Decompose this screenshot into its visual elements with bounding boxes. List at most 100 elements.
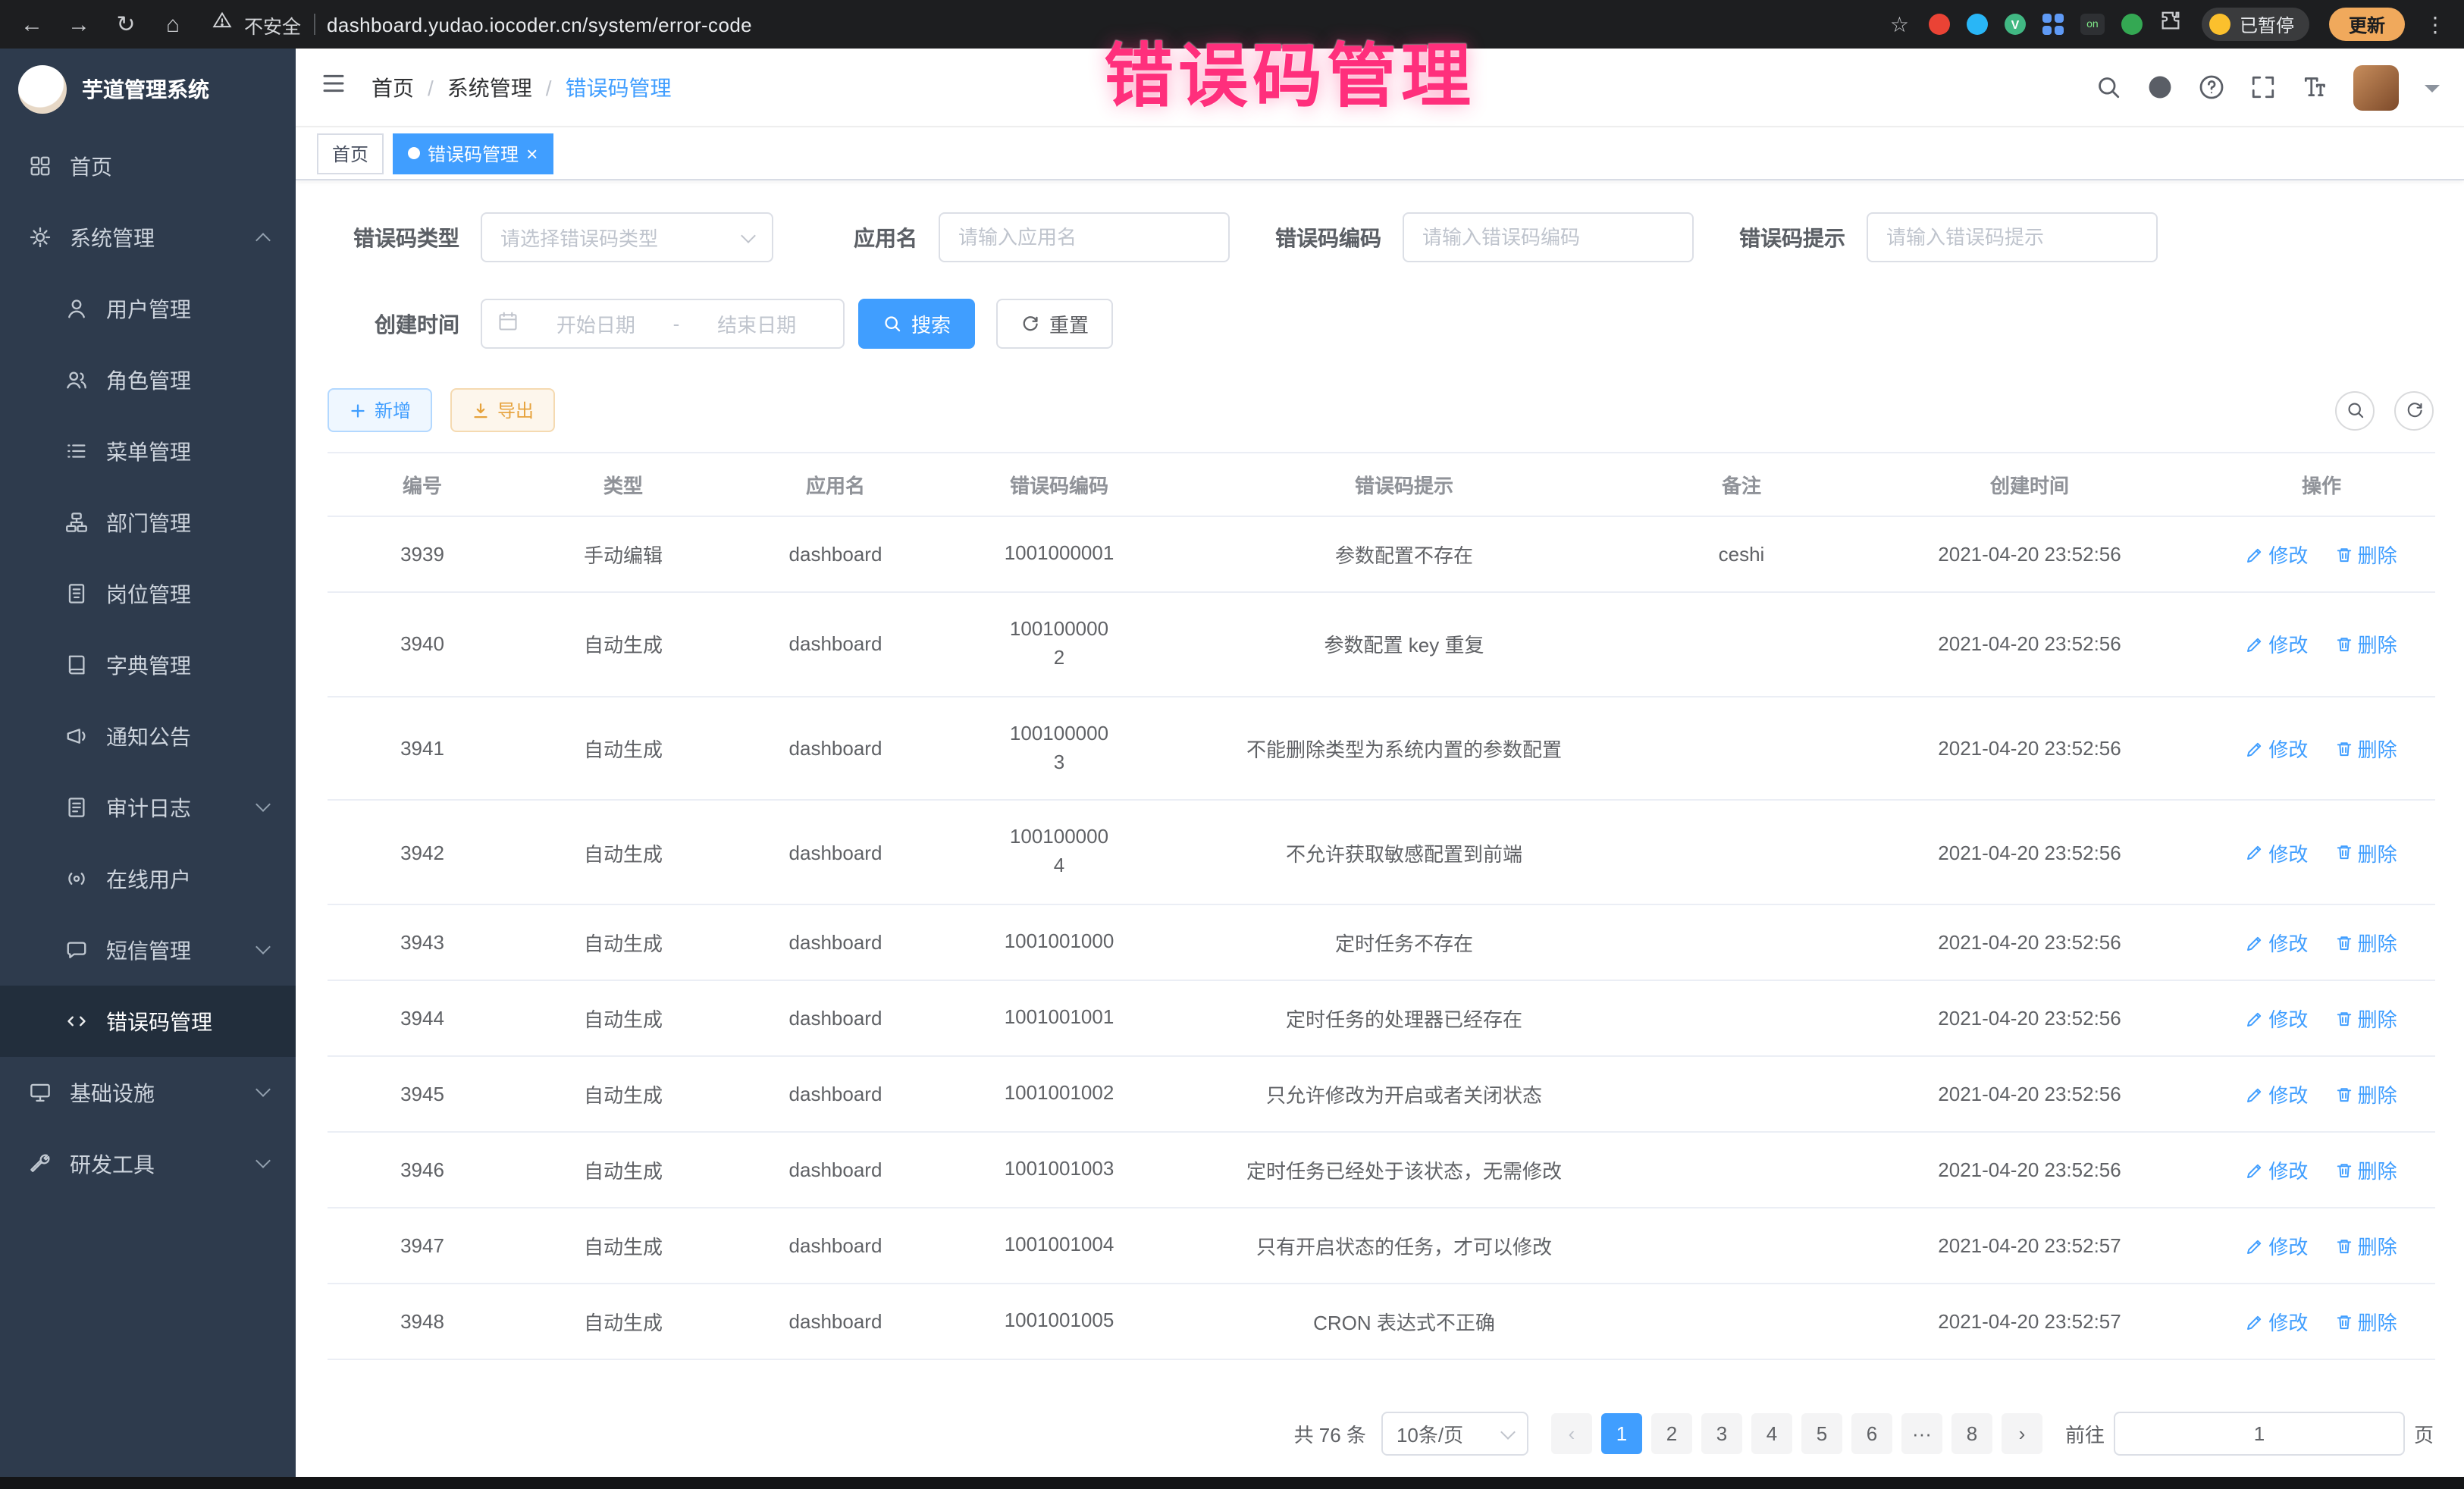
extensions-puzzle-icon[interactable] <box>2159 9 2182 39</box>
edit-link[interactable]: 修改 <box>2246 1231 2308 1260</box>
edit-link[interactable]: 修改 <box>2246 1155 2308 1184</box>
url-text[interactable]: dashboard.yudao.iocoder.cn/system/error-… <box>327 13 752 36</box>
refresh-button[interactable] <box>2394 390 2434 430</box>
table-row: 3942 自动生成 dashboard 100100000 4 不允许获取敏感配… <box>328 801 2435 904</box>
start-date-placeholder[interactable]: 开始日期 <box>525 309 667 338</box>
avatar[interactable] <box>2353 64 2399 110</box>
forward-icon[interactable]: → <box>65 11 92 37</box>
update-button[interactable]: 更新 <box>2329 8 2405 41</box>
sidebar-item-label: 在线用户 <box>106 864 191 894</box>
sidebar-item-audit-log[interactable]: 审计日志 <box>0 772 296 843</box>
delete-link[interactable]: 删除 <box>2335 1080 2397 1108</box>
sidebar-group-system[interactable]: 系统管理 <box>0 202 296 273</box>
page-button-3[interactable]: 3 <box>1701 1413 1742 1454</box>
paused-badge[interactable]: 已暂停 <box>2202 8 2309 41</box>
bookmark-star-icon[interactable]: ☆ <box>1890 11 1909 37</box>
edit-link[interactable]: 修改 <box>2246 630 2308 659</box>
page-button-8[interactable]: 8 <box>1951 1413 1992 1454</box>
delete-link[interactable]: 删除 <box>2335 630 2397 659</box>
toggle-search-button[interactable] <box>2335 390 2375 430</box>
reload-icon[interactable]: ↻ <box>112 11 140 38</box>
goto-page-input[interactable] <box>2114 1412 2405 1456</box>
sidebar-item-posts[interactable]: 岗位管理 <box>0 558 296 629</box>
sidebar-toggle-icon[interactable] <box>320 71 347 103</box>
tag-error-codes[interactable]: 错误码管理 × <box>393 133 553 174</box>
export-button[interactable]: 导出 <box>450 388 555 432</box>
browser-home-icon[interactable]: ⌂ <box>159 11 187 37</box>
github-icon[interactable] <box>2147 74 2173 100</box>
prev-page-button[interactable]: ‹ <box>1551 1413 1592 1454</box>
cell-app: dashboard <box>729 696 942 800</box>
error-hint-input[interactable] <box>1867 212 2158 262</box>
sidebar-item-menus[interactable]: 菜单管理 <box>0 415 296 487</box>
next-page-button[interactable]: › <box>2002 1413 2042 1454</box>
sidebar-item-dictionary[interactable]: 字典管理 <box>0 629 296 701</box>
page-button-2[interactable]: 2 <box>1651 1413 1692 1454</box>
filter-label: 错误码提示 <box>1739 222 1845 252</box>
breadcrumb-section[interactable]: 系统管理 <box>447 72 532 102</box>
error-type-select[interactable]: 请选择错误码类型 <box>481 212 773 262</box>
delete-link[interactable]: 删除 <box>2335 1155 2397 1184</box>
breadcrumb-home[interactable]: 首页 <box>371 72 414 102</box>
sidebar-item-departments[interactable]: 部门管理 <box>0 487 296 558</box>
sidebar-group-infrastructure[interactable]: 基础设施 <box>0 1057 296 1128</box>
sidebar-item-error-codes[interactable]: 错误码管理 <box>0 986 296 1057</box>
vue-devtools-icon[interactable]: V <box>2005 14 2026 35</box>
end-date-placeholder[interactable]: 结束日期 <box>685 309 828 338</box>
sidebar-group-devtools[interactable]: 研发工具 <box>0 1128 296 1199</box>
back-icon[interactable]: ← <box>18 11 45 37</box>
font-size-icon[interactable] <box>2302 74 2328 100</box>
error-code-input[interactable] <box>1403 212 1694 262</box>
more-pages-button[interactable]: ··· <box>1901 1413 1942 1454</box>
add-button[interactable]: 新增 <box>328 388 432 432</box>
reset-button[interactable]: 重置 <box>996 299 1113 349</box>
sidebar-item-users[interactable]: 用户管理 <box>0 273 296 344</box>
sidebar-item-notices[interactable]: 通知公告 <box>0 701 296 772</box>
delete-label: 删除 <box>2358 1080 2397 1108</box>
tag-home[interactable]: 首页 <box>317 133 384 174</box>
fullscreen-icon[interactable] <box>2250 74 2276 100</box>
date-range-picker[interactable]: 开始日期 - 结束日期 <box>481 299 845 349</box>
browser-menu-icon[interactable]: ⋮ <box>2425 11 2446 37</box>
app-title: 芋道管理系统 <box>82 74 209 105</box>
edit-link[interactable]: 修改 <box>2246 838 2308 867</box>
close-icon[interactable]: × <box>526 143 538 163</box>
sidebar-item-sms[interactable]: 短信管理 <box>0 914 296 986</box>
extension-icon-red[interactable] <box>1929 14 1950 35</box>
page-button-1[interactable]: 1 <box>1601 1413 1642 1454</box>
app-logo[interactable]: 芋道管理系统 <box>0 49 296 130</box>
delete-link[interactable]: 删除 <box>2335 1307 2397 1336</box>
cell-app: dashboard <box>729 1132 942 1208</box>
address-bar[interactable]: 不安全 dashboard.yudao.iocoder.cn/system/er… <box>212 10 752 39</box>
edit-link[interactable]: 修改 <box>2246 540 2308 569</box>
sidebar-item-roles[interactable]: 角色管理 <box>0 344 296 415</box>
edit-link[interactable]: 修改 <box>2246 734 2308 763</box>
help-icon[interactable] <box>2199 74 2224 100</box>
edit-link[interactable]: 修改 <box>2246 1080 2308 1108</box>
delete-link[interactable]: 删除 <box>2335 540 2397 569</box>
delete-link[interactable]: 删除 <box>2335 734 2397 763</box>
page-button-4[interactable]: 4 <box>1751 1413 1792 1454</box>
extension-icon-dark[interactable]: on <box>2080 14 2105 35</box>
search-icon[interactable] <box>2096 74 2121 100</box>
caret-down-icon[interactable] <box>2425 84 2440 99</box>
page-button-6[interactable]: 6 <box>1851 1413 1892 1454</box>
edit-link[interactable]: 修改 <box>2246 928 2308 957</box>
extension-grid-icon[interactable] <box>2042 14 2064 35</box>
page-size-select[interactable]: 10条/页 <box>1381 1412 1528 1456</box>
delete-link[interactable]: 删除 <box>2335 838 2397 867</box>
sidebar-item-home[interactable]: 首页 <box>0 130 296 202</box>
sidebar-item-online-users[interactable]: 在线用户 <box>0 843 296 914</box>
search-button[interactable]: 搜索 <box>858 299 975 349</box>
edit-link[interactable]: 修改 <box>2246 1307 2308 1336</box>
delete-link[interactable]: 删除 <box>2335 1004 2397 1033</box>
edit-label: 修改 <box>2268 838 2308 867</box>
extension-icon-green[interactable] <box>2121 14 2143 35</box>
edit-link[interactable]: 修改 <box>2246 1004 2308 1033</box>
extension-icon-blue[interactable] <box>1967 14 1988 35</box>
delete-link[interactable]: 删除 <box>2335 928 2397 957</box>
cell-ops: 修改 删除 <box>2208 1284 2435 1359</box>
delete-link[interactable]: 删除 <box>2335 1231 2397 1260</box>
app-name-input[interactable] <box>939 212 1230 262</box>
page-button-5[interactable]: 5 <box>1801 1413 1842 1454</box>
